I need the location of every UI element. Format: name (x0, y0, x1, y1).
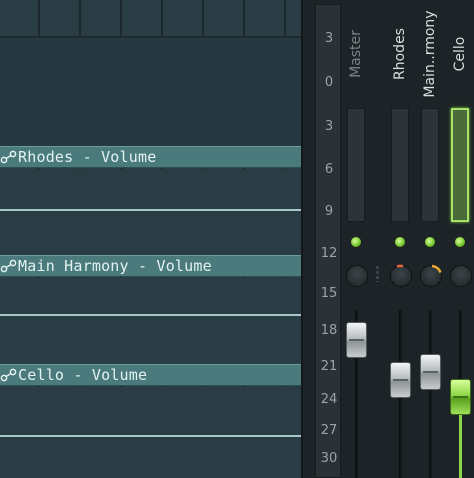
playlist-track[interactable] (0, 211, 301, 255)
db-label: 30 (320, 451, 338, 466)
automation-clip-icon (0, 368, 17, 382)
mixer-channel-master[interactable]: Master (346, 0, 368, 478)
db-label: 15 (320, 286, 338, 301)
playlist-track[interactable] (0, 316, 301, 364)
automation-clip-body[interactable] (0, 169, 301, 211)
db-label: 18 (320, 323, 338, 338)
automation-clip-main-harmony[interactable]: Main Harmony - Volume (0, 255, 301, 277)
mixer-channel-rhodes[interactable]: Rhodes (390, 0, 412, 478)
clip-title: Rhodes - Volume (18, 148, 157, 166)
separator-dots (376, 266, 379, 282)
db-label: 0 (324, 75, 334, 90)
volume-fader[interactable] (390, 362, 411, 398)
db-label: 3 (324, 119, 334, 134)
daw-window: Rhodes - Volume Main Harmony - Volume Ce… (0, 0, 474, 478)
channel-name-label: Master (348, 30, 364, 78)
clip-title: Main Harmony - Volume (18, 257, 212, 275)
automation-clip-cello[interactable]: Cello - Volume (0, 364, 301, 386)
peak-meter (347, 108, 365, 222)
pan-indicator-arc (431, 264, 442, 274)
volume-fill (459, 415, 462, 478)
volume-fader[interactable] (420, 354, 441, 390)
mixer-panel: 3 0 3 6 9 12 15 18 21 24 27 30 Master Rh… (301, 0, 474, 478)
playlist-track[interactable] (0, 437, 301, 478)
db-label: 27 (320, 423, 338, 438)
channel-enable-led[interactable] (394, 236, 406, 248)
channel-name-label: Main..rmony (422, 10, 438, 98)
playlist-track[interactable] (0, 38, 301, 146)
db-label: 3 (324, 31, 334, 46)
automation-clip-rhodes[interactable]: Rhodes - Volume (0, 146, 301, 168)
db-label: 21 (320, 359, 338, 374)
mixer-channel-cello[interactable]: Cello (450, 0, 472, 478)
automation-clip-body[interactable] (0, 278, 301, 316)
automation-clip-icon (0, 259, 17, 273)
peak-meter (391, 108, 409, 222)
automation-clip-body[interactable] (0, 387, 301, 437)
db-label: 12 (320, 246, 338, 261)
mixer-channel-main-harmony[interactable]: Main..rmony (420, 0, 442, 478)
volume-fader[interactable] (346, 322, 367, 358)
peak-meter (421, 108, 439, 222)
db-label: 9 (324, 204, 334, 219)
pan-knob[interactable] (450, 265, 472, 287)
db-label: 24 (320, 392, 338, 407)
clip-title: Cello - Volume (18, 366, 148, 384)
peak-meter (451, 108, 469, 222)
channel-name: Cello (450, 8, 470, 100)
channel-enable-led[interactable] (350, 236, 362, 248)
channel-enable-led[interactable] (454, 236, 466, 248)
playlist-area[interactable]: Rhodes - Volume Main Harmony - Volume Ce… (0, 0, 301, 478)
channel-name: Master (346, 8, 366, 100)
channel-name-label: Cello (452, 36, 468, 72)
volume-fader[interactable] (450, 379, 471, 415)
volume-fader-track[interactable] (429, 310, 432, 478)
pan-knob[interactable] (346, 265, 368, 287)
channel-name: Rhodes (390, 8, 410, 100)
channel-name: Main..rmony (420, 8, 440, 100)
pan-indicator-arc (396, 264, 404, 268)
db-label: 6 (324, 162, 334, 177)
db-scale: 3 0 3 6 9 12 15 18 21 24 27 30 (315, 4, 341, 478)
channel-enable-led[interactable] (424, 236, 436, 248)
automation-clip-icon (0, 150, 17, 164)
channel-name-label: Rhodes (392, 28, 408, 80)
